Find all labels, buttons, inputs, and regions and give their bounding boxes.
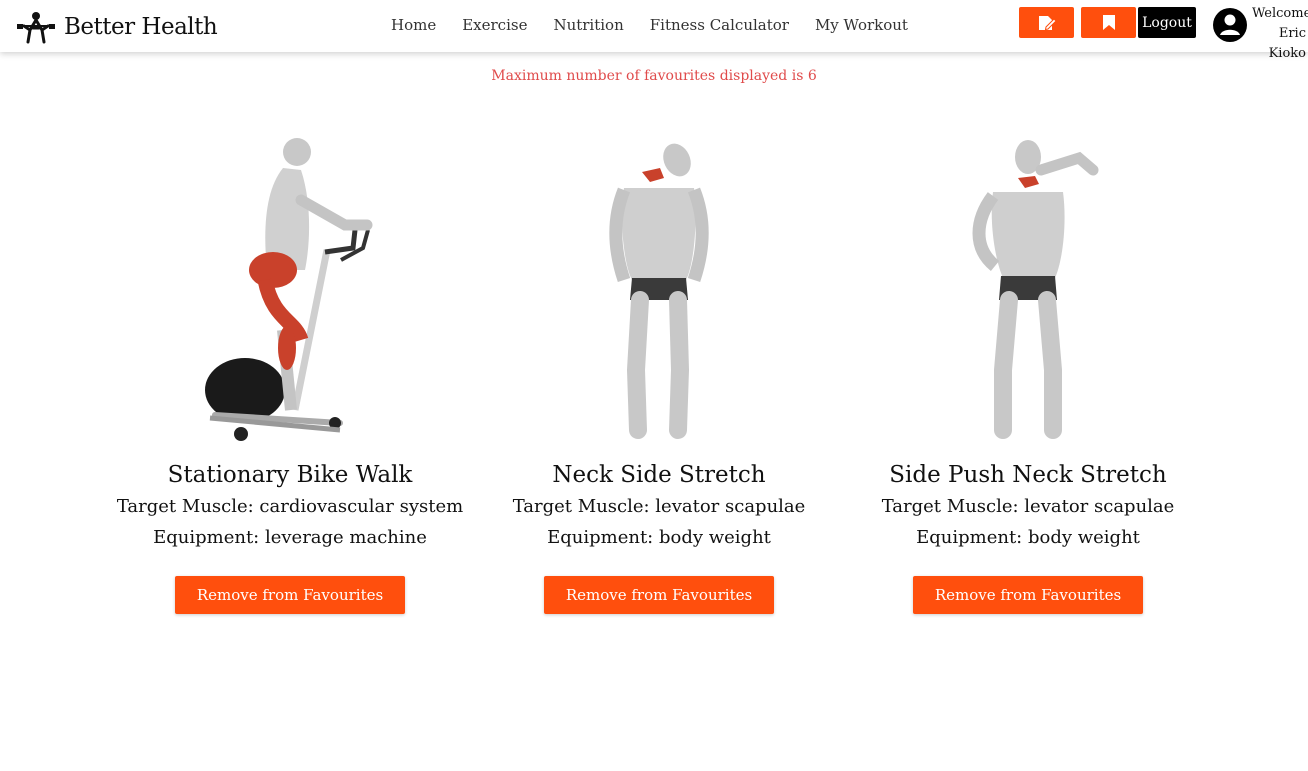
exercise-illustration xyxy=(609,143,709,439)
edit-note-icon xyxy=(1038,15,1057,30)
bookmark-icon xyxy=(1102,15,1115,30)
exercise-title: Stationary Bike Walk xyxy=(167,462,413,488)
avatar[interactable] xyxy=(1212,7,1248,43)
welcome-text: Welcome Eric Kioko xyxy=(1252,4,1308,64)
target-muscle: Target Muscle: levator scapulae xyxy=(881,496,1175,517)
exercise-illustration xyxy=(972,140,1099,439)
target-muscle: Target Muscle: levator scapulae xyxy=(512,496,806,517)
exercise-title: Side Push Neck Stretch xyxy=(889,462,1167,488)
exercise-title: Neck Side Stretch xyxy=(552,462,766,488)
equipment: Equipment: leverage machine xyxy=(153,527,427,548)
notes-button[interactable] xyxy=(1019,7,1074,38)
remove-from-favourites-button[interactable]: Remove from Favourites xyxy=(913,576,1143,614)
remove-from-favourites-button[interactable]: Remove from Favourites xyxy=(175,576,405,614)
logout-button[interactable]: Logout xyxy=(1138,7,1196,38)
favourites-limit-notice: Maximum number of favourites displayed i… xyxy=(491,68,817,84)
exercise-illustration xyxy=(205,138,373,441)
nav-home[interactable]: Home xyxy=(391,16,436,34)
main-nav: Home Exercise Nutrition Fitness Calculat… xyxy=(378,16,921,34)
nav-fitness-calculator[interactable]: Fitness Calculator xyxy=(650,16,789,34)
nav-my-workout[interactable]: My Workout xyxy=(815,16,908,34)
user-icon xyxy=(1213,8,1247,42)
nav-nutrition[interactable]: Nutrition xyxy=(553,16,623,34)
target-muscle: Target Muscle: cardiovascular system xyxy=(116,496,464,517)
brand-name: Better Health xyxy=(64,14,218,40)
favourite-card: Stationary Bike Walk Target Muscle: card… xyxy=(105,130,475,614)
favourite-card: Neck Side Stretch Target Muscle: levator… xyxy=(474,130,844,614)
top-navbar: Better Health Home Exercise Nutrition Fi… xyxy=(0,0,1308,61)
equipment: Equipment: body weight xyxy=(916,527,1140,548)
nav-exercise[interactable]: Exercise xyxy=(462,16,527,34)
remove-from-favourites-button[interactable]: Remove from Favourites xyxy=(544,576,774,614)
equipment: Equipment: body weight xyxy=(547,527,771,548)
brand[interactable]: Better Health xyxy=(16,10,218,44)
user-name: Eric Kioko xyxy=(1268,26,1306,61)
favourites-button[interactable] xyxy=(1081,7,1136,38)
welcome-label: Welcome xyxy=(1252,6,1308,21)
logo-icon xyxy=(17,12,55,44)
favourite-card: Side Push Neck Stretch Target Muscle: le… xyxy=(843,130,1213,614)
